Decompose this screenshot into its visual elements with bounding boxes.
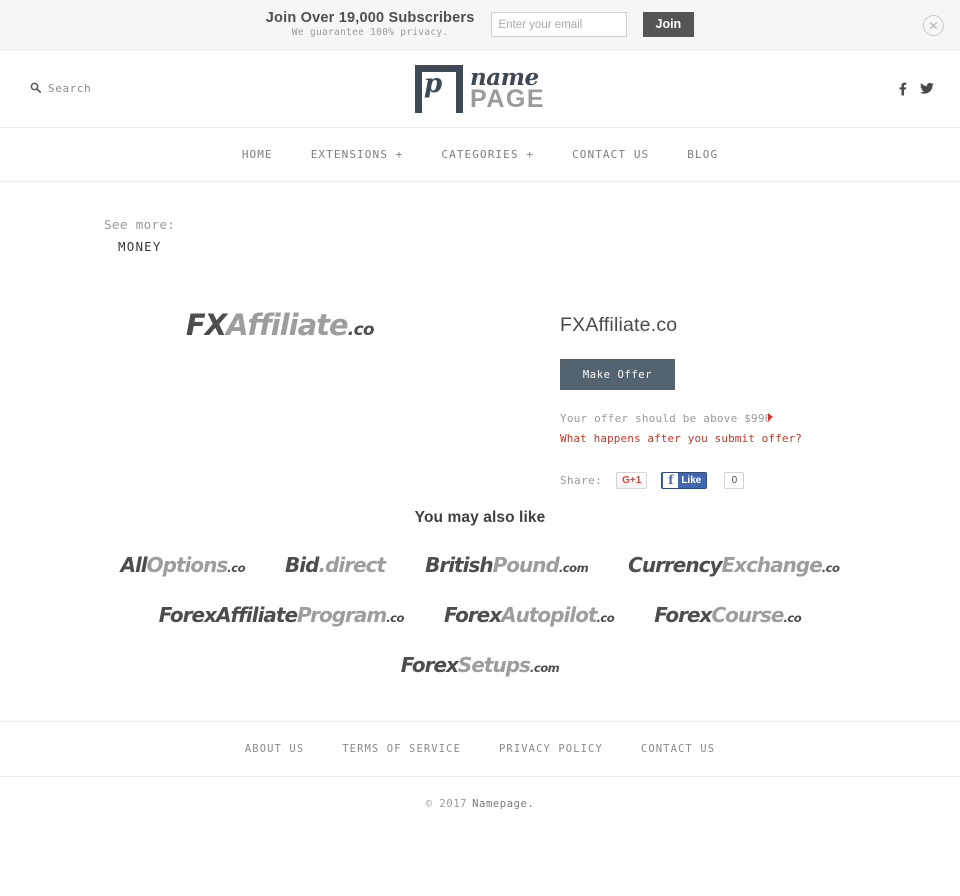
- make-offer-button[interactable]: Make Offer: [560, 359, 675, 390]
- facebook-icon[interactable]: [897, 82, 908, 95]
- related-item[interactable]: CurrencyExchange.co: [628, 552, 840, 577]
- related-row: AllOptions.co Bid.direct BritishPound.co…: [0, 553, 960, 577]
- breadcrumb: See more: MONEY: [0, 182, 960, 254]
- related-item[interactable]: ForexSetups.com: [401, 653, 560, 677]
- related-item-part1: Forex: [400, 652, 459, 677]
- join-button[interactable]: Join: [642, 12, 695, 37]
- logo-mark-letter: p: [424, 68, 443, 99]
- product-details: FXAffiliate.co Make Offer Your offer sho…: [560, 272, 802, 489]
- twitter-icon[interactable]: [920, 82, 934, 95]
- related-item-part2: Setups: [457, 652, 531, 677]
- product-wordmark: FXAffiliate.co: [185, 308, 375, 342]
- logo-page-text: PAGE: [470, 84, 545, 113]
- triangle-right-icon: [768, 413, 773, 421]
- facebook-like-label: Like: [681, 474, 702, 486]
- related-item-part2: Program: [297, 602, 387, 627]
- share-row: Share: G+1 f Like 0: [560, 471, 802, 489]
- nav-item-categories[interactable]: CATEGORIES +: [441, 148, 534, 161]
- email-input[interactable]: [490, 12, 627, 37]
- footer-links: ABOUT US TERMS OF SERVICE PRIVACY POLICY…: [0, 720, 960, 776]
- nav-item-contact-us[interactable]: CONTACT US: [572, 148, 649, 161]
- search-trigger[interactable]: Search: [30, 80, 91, 98]
- footer-link-privacy-policy[interactable]: PRIVACY POLICY: [499, 743, 603, 755]
- related-item-part2: Course: [711, 602, 784, 627]
- related-item-part2: Pound: [492, 552, 560, 577]
- offer-minimum-note: Your offer should be above $990: [560, 410, 773, 428]
- product-wordmark-tld: .co: [347, 319, 375, 339]
- related-section: You may also like AllOptions.co Bid.dire…: [0, 509, 960, 677]
- related-item-part2: Options: [146, 552, 229, 577]
- footer-link-terms-of-service[interactable]: TERMS OF SERVICE: [342, 743, 461, 755]
- social-links: [897, 82, 934, 95]
- related-item-tld: .com: [529, 660, 560, 675]
- breadcrumb-category[interactable]: MONEY: [118, 239, 960, 254]
- subscribe-subtitle: We guarantee 100% privacy.: [291, 27, 449, 39]
- search-icon: [30, 80, 42, 98]
- related-item-part2: Autopilot: [501, 602, 597, 627]
- related-item-part2: .direct: [318, 552, 386, 577]
- breadcrumb-label: See more:: [104, 217, 176, 232]
- related-title: You may also like: [414, 508, 546, 526]
- related-item-part1: ForexAffiliate: [158, 602, 298, 627]
- offer-minimum-text: Your offer should be above $990: [560, 412, 772, 425]
- related-item-part1: British: [425, 552, 494, 577]
- product-wordmark-part2: Affiliate: [226, 308, 349, 342]
- product-wordmark-part1: FX: [185, 308, 227, 342]
- google-plus-one-button[interactable]: G+1: [616, 471, 648, 489]
- subscribe-copy: Join Over 19,000 Subscribers We guarante…: [265, 9, 475, 39]
- facebook-like-count: 0: [724, 471, 745, 489]
- footer-copyright: © 2017 Namepage.: [0, 775, 960, 831]
- related-item-tld: .co: [227, 560, 246, 575]
- main-navigation: HOME EXTENSIONS + CATEGORIES + CONTACT U…: [0, 128, 960, 182]
- related-item-tld: .co: [596, 610, 615, 625]
- related-item[interactable]: ForexAffiliateProgram.co: [158, 602, 405, 627]
- related-item[interactable]: ForexCourse.co: [654, 603, 801, 627]
- page-title: FXAffiliate.co: [560, 314, 678, 336]
- related-row: ForexSetups.com: [0, 653, 960, 677]
- nav-item-blog[interactable]: BLOG: [687, 148, 718, 161]
- facebook-like-button[interactable]: f Like: [661, 471, 708, 489]
- related-item[interactable]: AllOptions.co: [120, 553, 245, 577]
- related-item-part2: Exchange: [721, 552, 823, 577]
- related-item[interactable]: Bid.direct: [285, 552, 386, 577]
- footer-link-contact-us[interactable]: CONTACT US: [641, 743, 715, 755]
- subscribe-banner: Join Over 19,000 Subscribers We guarante…: [0, 0, 960, 50]
- what-happens-link[interactable]: What happens after you submit offer?: [560, 432, 802, 445]
- related-item-tld: .co: [783, 610, 802, 625]
- related-item-tld: .com: [558, 560, 589, 575]
- related-item-tld: .co: [386, 610, 404, 625]
- copyright-year: © 2017: [425, 797, 468, 810]
- site-logo[interactable]: p name PAGE: [415, 64, 545, 113]
- related-row: ForexAffiliateProgram.co ForexAutopilot.…: [0, 603, 960, 627]
- close-circle-icon[interactable]: ✕: [923, 15, 944, 36]
- related-item-tld: .co: [821, 560, 840, 575]
- product-image: FXAffiliate.co: [0, 272, 560, 489]
- related-item[interactable]: ForexAutopilot.co: [443, 602, 615, 627]
- facebook-f-icon: f: [663, 472, 679, 488]
- share-label: Share:: [560, 473, 603, 487]
- nav-item-extensions[interactable]: EXTENSIONS +: [311, 148, 404, 161]
- copyright-brand: Namepage.: [472, 797, 535, 810]
- logo-wordmark: name PAGE: [470, 66, 545, 112]
- logo-mark-icon: p: [415, 64, 463, 113]
- product-section: FXAffiliate.co FXAffiliate.co Make Offer…: [0, 272, 960, 489]
- nav-item-home[interactable]: HOME: [242, 148, 273, 161]
- footer-link-about-us[interactable]: ABOUT US: [245, 743, 304, 755]
- related-item-part1: Forex: [443, 602, 502, 627]
- site-header: Search p name PAGE: [0, 50, 960, 128]
- related-item-part1: Forex: [654, 602, 712, 627]
- related-item-part1: Bid: [285, 552, 319, 577]
- related-item-part1: Currency: [628, 552, 722, 577]
- related-item[interactable]: BritishPound.com: [425, 552, 589, 577]
- search-label: Search: [48, 82, 92, 95]
- related-item-part1: All: [120, 552, 147, 577]
- subscribe-title: Join Over 19,000 Subscribers: [265, 9, 475, 26]
